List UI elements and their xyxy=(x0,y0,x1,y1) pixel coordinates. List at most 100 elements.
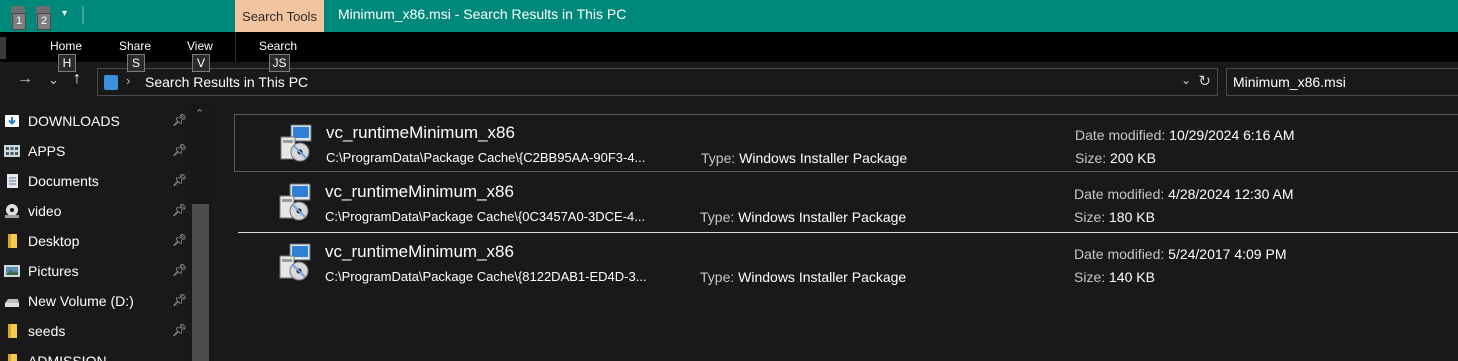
up-button[interactable]: ↑ xyxy=(73,70,81,88)
result-path: C:\ProgramData\Package Cache\{C2BB95AA-9… xyxy=(326,150,646,165)
date-caption: Date modified: xyxy=(1074,246,1165,262)
folder-icon xyxy=(8,324,17,338)
result-type: Type: Windows Installer Package xyxy=(700,269,906,285)
folder-icon xyxy=(8,234,17,248)
arrow-up-icon: ↑ xyxy=(73,70,81,87)
scroll-up-icon[interactable]: ⌃ xyxy=(195,107,204,120)
search-box[interactable] xyxy=(1226,68,1458,96)
date-value: 10/29/2024 6:16 AM xyxy=(1169,127,1295,143)
type-value: Windows Installer Package xyxy=(739,150,908,166)
breadcrumb-search-results[interactable]: Search Results in This PC xyxy=(145,74,308,90)
sidebar-item-label: Pictures xyxy=(28,263,79,279)
pin-icon: 📌︎ xyxy=(172,113,188,127)
tab-home[interactable]: Home xyxy=(50,39,82,53)
sidebar-item-documents[interactable]: Documents 📌︎ xyxy=(0,166,190,196)
size-value: 140 KB xyxy=(1109,269,1155,285)
result-path: C:\ProgramData\Package Cache\{0C3457A0-3… xyxy=(325,209,646,224)
search-results-icon xyxy=(104,75,118,90)
sidebar-item-label: New Volume (D:) xyxy=(28,293,134,309)
window-title: Minimum_x86.msi - Search Results in This… xyxy=(338,6,627,22)
installer-package-icon xyxy=(280,124,312,162)
navigation-pane: DOWNLOADS 📌︎ APPS 📌︎ Documents 📌︎ video … xyxy=(0,104,212,361)
result-date-modified: Date modified: 4/28/2024 12:30 AM xyxy=(1074,186,1294,202)
keytip-share: S xyxy=(127,54,145,72)
result-size: Size: 200 KB xyxy=(1075,150,1156,166)
sidebar-item-seeds[interactable]: seeds 📌︎ xyxy=(0,316,190,346)
pictures-icon xyxy=(4,265,20,277)
date-value: 4/28/2024 12:30 AM xyxy=(1168,186,1294,202)
quick-access-separator xyxy=(82,6,84,24)
search-tools-tab[interactable]: Search Tools xyxy=(235,0,324,32)
result-date-modified: Date modified: 10/29/2024 6:16 AM xyxy=(1075,127,1295,143)
sidebar-item-label: DOWNLOADS xyxy=(28,113,120,129)
ribbon-divider xyxy=(235,32,236,62)
sidebar-item-label: seeds xyxy=(28,323,66,339)
focus-divider xyxy=(238,232,1458,233)
pin-icon: 📌︎ xyxy=(172,173,188,187)
sidebar-item-desktop[interactable]: Desktop 📌︎ xyxy=(0,226,190,256)
sidebar-item-downloads[interactable]: DOWNLOADS 📌︎ xyxy=(0,106,190,136)
size-value: 200 KB xyxy=(1110,150,1156,166)
keytip-view: V xyxy=(192,54,210,72)
tab-search[interactable]: Search xyxy=(259,39,297,53)
forward-button[interactable]: → xyxy=(17,70,33,88)
pin-icon: 📌︎ xyxy=(172,143,188,157)
breadcrumb-chevron-icon[interactable]: › xyxy=(126,73,130,88)
recent-locations-button[interactable]: ⌄ xyxy=(48,72,59,88)
customize-quick-access-icon[interactable]: ▾ xyxy=(62,8,67,19)
quick-access-key-2: 2 xyxy=(37,13,51,30)
type-value: Windows Installer Package xyxy=(738,269,907,285)
size-caption: Size: xyxy=(1074,269,1106,285)
tab-view[interactable]: View xyxy=(187,39,213,53)
sidebar-item-new-volume[interactable]: New Volume (D:) 📌︎ xyxy=(0,286,190,316)
quick-access-key-1: 1 xyxy=(12,13,26,30)
sidebar-item-label: Desktop xyxy=(28,233,80,249)
sidebar-item-label: ADMISSION xyxy=(28,353,107,361)
date-caption: Date modified: xyxy=(1075,127,1166,143)
type-caption: Type: xyxy=(700,209,735,225)
sidebar-item-pictures[interactable]: Pictures 📌︎ xyxy=(0,256,190,286)
video-disc-icon xyxy=(5,204,19,218)
date-caption: Date modified: xyxy=(1074,186,1165,202)
result-item[interactable]: vc_runtimeMinimum_x86 C:\ProgramData\Pac… xyxy=(234,234,1458,292)
address-history-dropdown-icon[interactable]: ⌄ xyxy=(1181,73,1191,87)
result-name[interactable]: vc_runtimeMinimum_x86 xyxy=(326,123,515,143)
file-tab[interactable] xyxy=(0,37,6,59)
chevron-down-icon: ⌄ xyxy=(48,72,59,87)
navigation-bar: → ⌄ ↑ › Search Results in This PC ⌄ ↻ xyxy=(0,62,1458,104)
type-caption: Type: xyxy=(700,269,735,285)
address-bar[interactable]: › Search Results in This PC ⌄ ↻ xyxy=(97,68,1218,96)
result-size: Size: 140 KB xyxy=(1074,269,1155,285)
result-item[interactable]: vc_runtimeMinimum_x86 C:\ProgramData\Pac… xyxy=(234,114,1458,172)
result-item[interactable]: vc_runtimeMinimum_x86 C:\ProgramData\Pac… xyxy=(234,174,1458,232)
pin-icon: 📌︎ xyxy=(172,293,188,307)
result-type: Type: Windows Installer Package xyxy=(700,209,906,225)
tab-share[interactable]: Share xyxy=(119,39,151,53)
search-input[interactable] xyxy=(1233,73,1453,91)
keytip-search: JS xyxy=(269,54,290,72)
result-name[interactable]: vc_runtimeMinimum_x86 xyxy=(325,242,514,262)
result-date-modified: Date modified: 5/24/2017 4:09 PM xyxy=(1074,246,1286,262)
keytip-home: H xyxy=(58,54,76,72)
result-size: Size: 180 KB xyxy=(1074,209,1155,225)
pin-icon: 📌︎ xyxy=(172,263,188,277)
result-name[interactable]: vc_runtimeMinimum_x86 xyxy=(325,182,514,202)
sidebar-scroll-thumb[interactable] xyxy=(192,204,209,361)
type-caption: Type: xyxy=(701,150,736,166)
drive-icon xyxy=(5,299,19,307)
date-value: 5/24/2017 4:09 PM xyxy=(1168,246,1287,262)
title-bar: 1 2 ▾ Search Tools Minimum_x86.msi - Sea… xyxy=(0,0,1458,32)
arrow-right-icon: → xyxy=(17,70,33,87)
pin-icon: 📌︎ xyxy=(172,233,188,247)
result-type: Type: Windows Installer Package xyxy=(701,150,907,166)
document-icon xyxy=(7,174,18,188)
download-icon xyxy=(5,115,19,127)
sidebar-item-video[interactable]: video 📌︎ xyxy=(0,196,190,226)
apps-icon xyxy=(4,145,20,157)
pin-icon: 📌︎ xyxy=(172,203,188,217)
sidebar-item-apps[interactable]: APPS 📌︎ xyxy=(0,136,190,166)
sidebar-item-admission[interactable]: ADMISSION xyxy=(0,346,190,361)
sidebar-item-label: APPS xyxy=(28,143,66,159)
refresh-icon[interactable]: ↻ xyxy=(1198,72,1211,90)
pin-icon: 📌︎ xyxy=(172,323,188,337)
